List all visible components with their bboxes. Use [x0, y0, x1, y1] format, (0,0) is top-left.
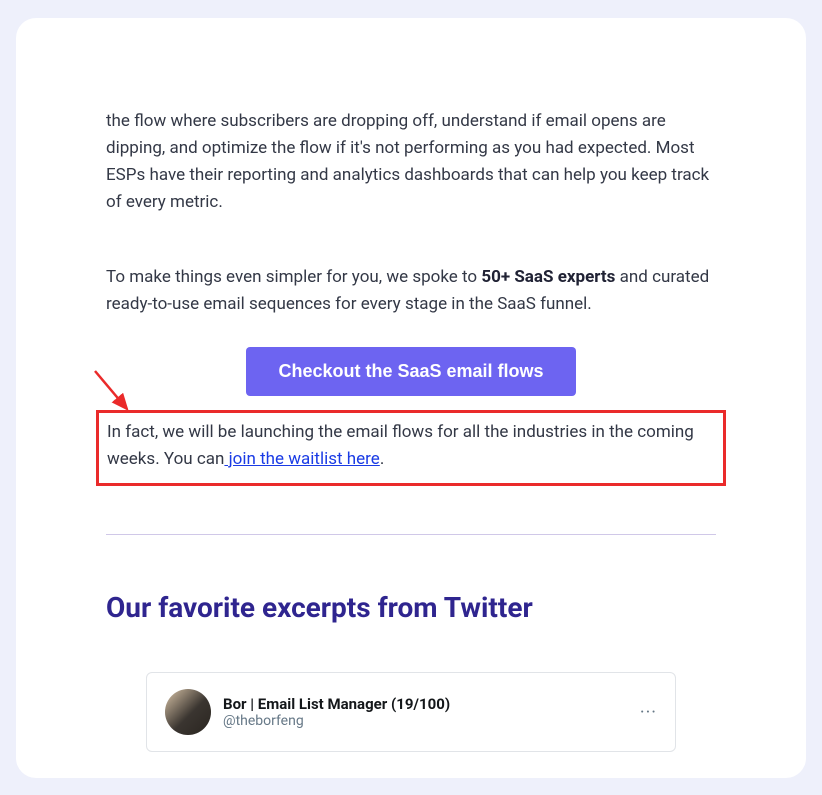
section-divider — [106, 534, 716, 535]
cta-container: Checkout the SaaS email flows — [106, 347, 716, 396]
join-waitlist-link[interactable]: join the waitlist here — [224, 449, 379, 469]
paragraph-2-bold: 50+ SaaS experts — [481, 267, 615, 287]
tweet-header: Bor | Email List Manager (19/100) @thebo… — [165, 689, 450, 735]
highlight-post: . — [380, 449, 384, 469]
paragraph-2: To make things even simpler for you, we … — [106, 264, 716, 318]
checkout-flows-button[interactable]: Checkout the SaaS email flows — [246, 347, 575, 396]
highlight-text: In fact, we will be launching the email … — [107, 419, 715, 473]
tweet-meta: Bor | Email List Manager (19/100) @thebo… — [223, 695, 450, 729]
paragraph-1: the flow where subscribers are dropping … — [106, 108, 716, 217]
tweet-more-icon[interactable]: ··· — [640, 702, 657, 723]
highlighted-callout: In fact, we will be launching the email … — [96, 410, 726, 486]
document-inner: the flow where subscribers are dropping … — [46, 68, 776, 778]
tweet-card: Bor | Email List Manager (19/100) @thebo… — [146, 672, 676, 752]
paragraph-2-pre: To make things even simpler for you, we … — [106, 267, 481, 287]
highlight-pre: In fact, we will be launching the email … — [107, 422, 694, 469]
tweet-author-name: Bor | Email List Manager (19/100) — [223, 695, 450, 713]
avatar — [165, 689, 211, 735]
tweet-author-handle: @theborfeng — [223, 713, 450, 729]
twitter-section-heading: Our favorite excerpts from Twitter — [106, 591, 716, 624]
document-card: the flow where subscribers are dropping … — [16, 18, 806, 778]
